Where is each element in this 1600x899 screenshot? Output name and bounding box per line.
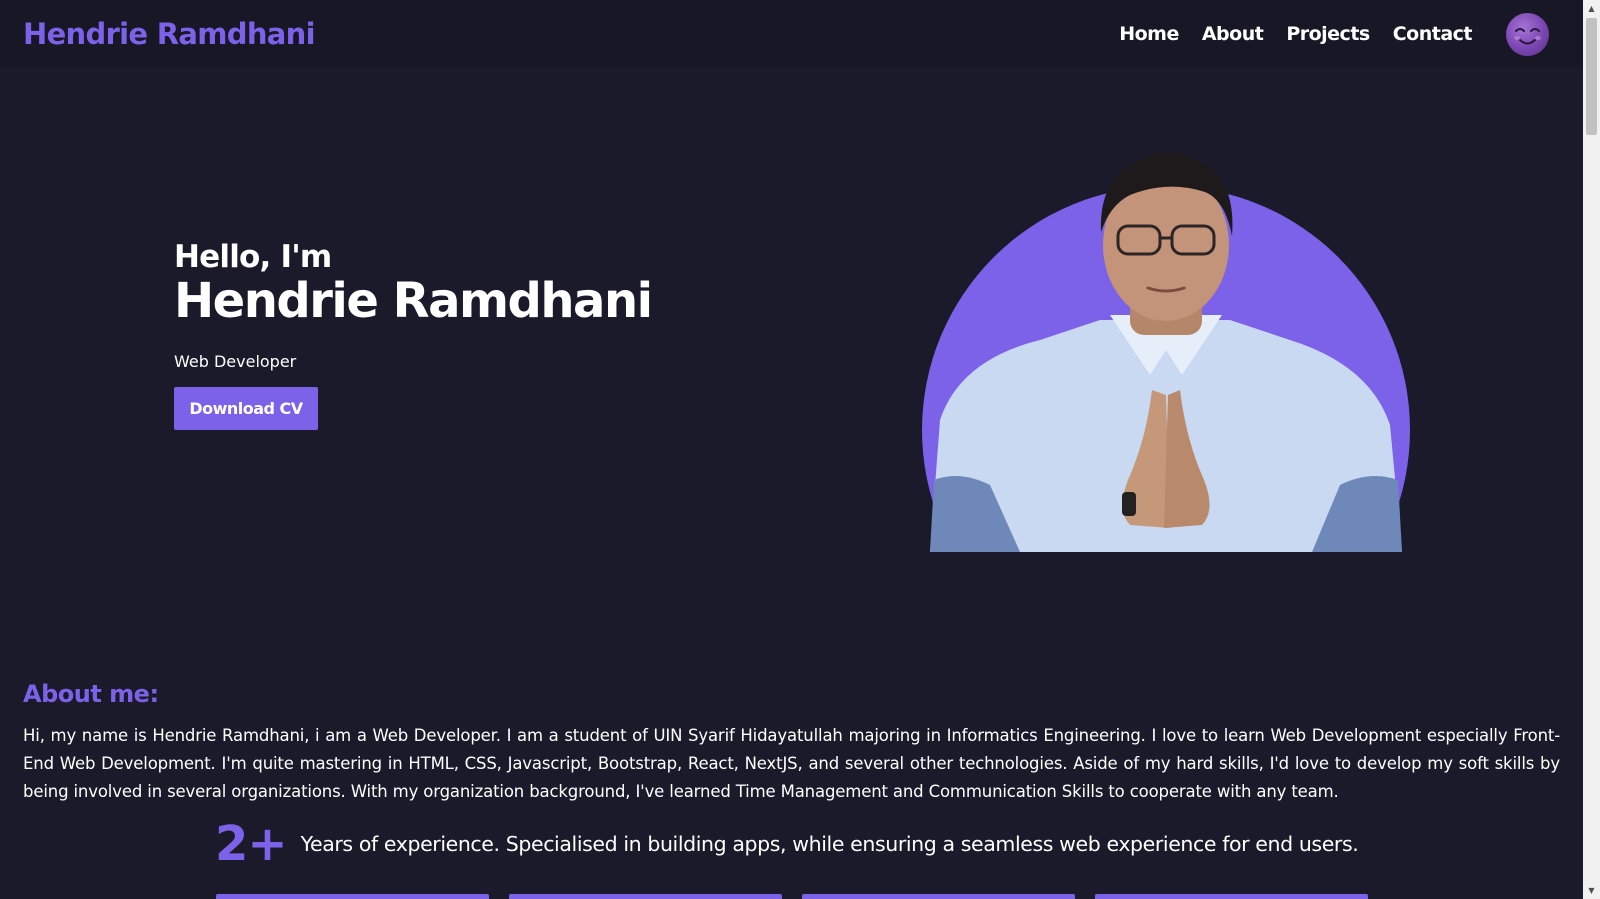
scrollbar-thumb[interactable] bbox=[1586, 18, 1597, 135]
nav-contact-link[interactable]: Contact bbox=[1393, 23, 1473, 45]
hero-greeting: Hello, I'm bbox=[174, 239, 332, 275]
scroll-down-arrow-icon[interactable]: ▼ bbox=[1583, 882, 1600, 899]
download-cv-button[interactable]: Download CV bbox=[174, 386, 318, 430]
smiling-face-emoji-icon bbox=[1514, 27, 1541, 44]
experience-stat: 2+ Years of experience. Specialised in b… bbox=[215, 816, 1359, 872]
nav-right: Home About Projects Contact bbox=[1119, 12, 1549, 56]
nav-links: Home About Projects Contact bbox=[1119, 23, 1472, 45]
scrollbar[interactable]: ▲ ▼ bbox=[1583, 0, 1600, 899]
about-body: Hi, my name is Hendrie Ramdhani, i am a … bbox=[23, 726, 1560, 801]
scroll-up-arrow-icon[interactable]: ▲ bbox=[1583, 0, 1600, 17]
about-title: About me: bbox=[23, 680, 159, 708]
hero-role: Web Developer bbox=[174, 351, 297, 371]
experience-text: Years of experience. Specialised in buil… bbox=[300, 832, 1359, 856]
skill-card bbox=[1095, 894, 1368, 899]
brand-logo[interactable]: Hendrie Ramdhani bbox=[23, 19, 316, 49]
portfolio-page: Hendrie Ramdhani Home About Projects Con… bbox=[0, 0, 1600, 899]
profile-photo-illustration bbox=[922, 152, 1410, 552]
experience-number: 2+ bbox=[215, 816, 288, 872]
skill-card bbox=[216, 894, 489, 899]
navbar: Hendrie Ramdhani Home About Projects Con… bbox=[0, 0, 1583, 68]
skill-card bbox=[509, 894, 782, 899]
skill-cards bbox=[216, 894, 1368, 899]
hero-name: Hendrie Ramdhani bbox=[174, 273, 653, 329]
skill-card bbox=[802, 894, 1075, 899]
nav-projects-link[interactable]: Projects bbox=[1286, 23, 1370, 45]
profile-photo bbox=[920, 140, 1412, 552]
avatar[interactable] bbox=[1506, 12, 1549, 56]
nav-home-link[interactable]: Home bbox=[1119, 23, 1179, 45]
nav-about-link[interactable]: About bbox=[1202, 23, 1264, 45]
hero-section: Hello, I'm Hendrie Ramdhani Web Develope… bbox=[174, 239, 653, 430]
